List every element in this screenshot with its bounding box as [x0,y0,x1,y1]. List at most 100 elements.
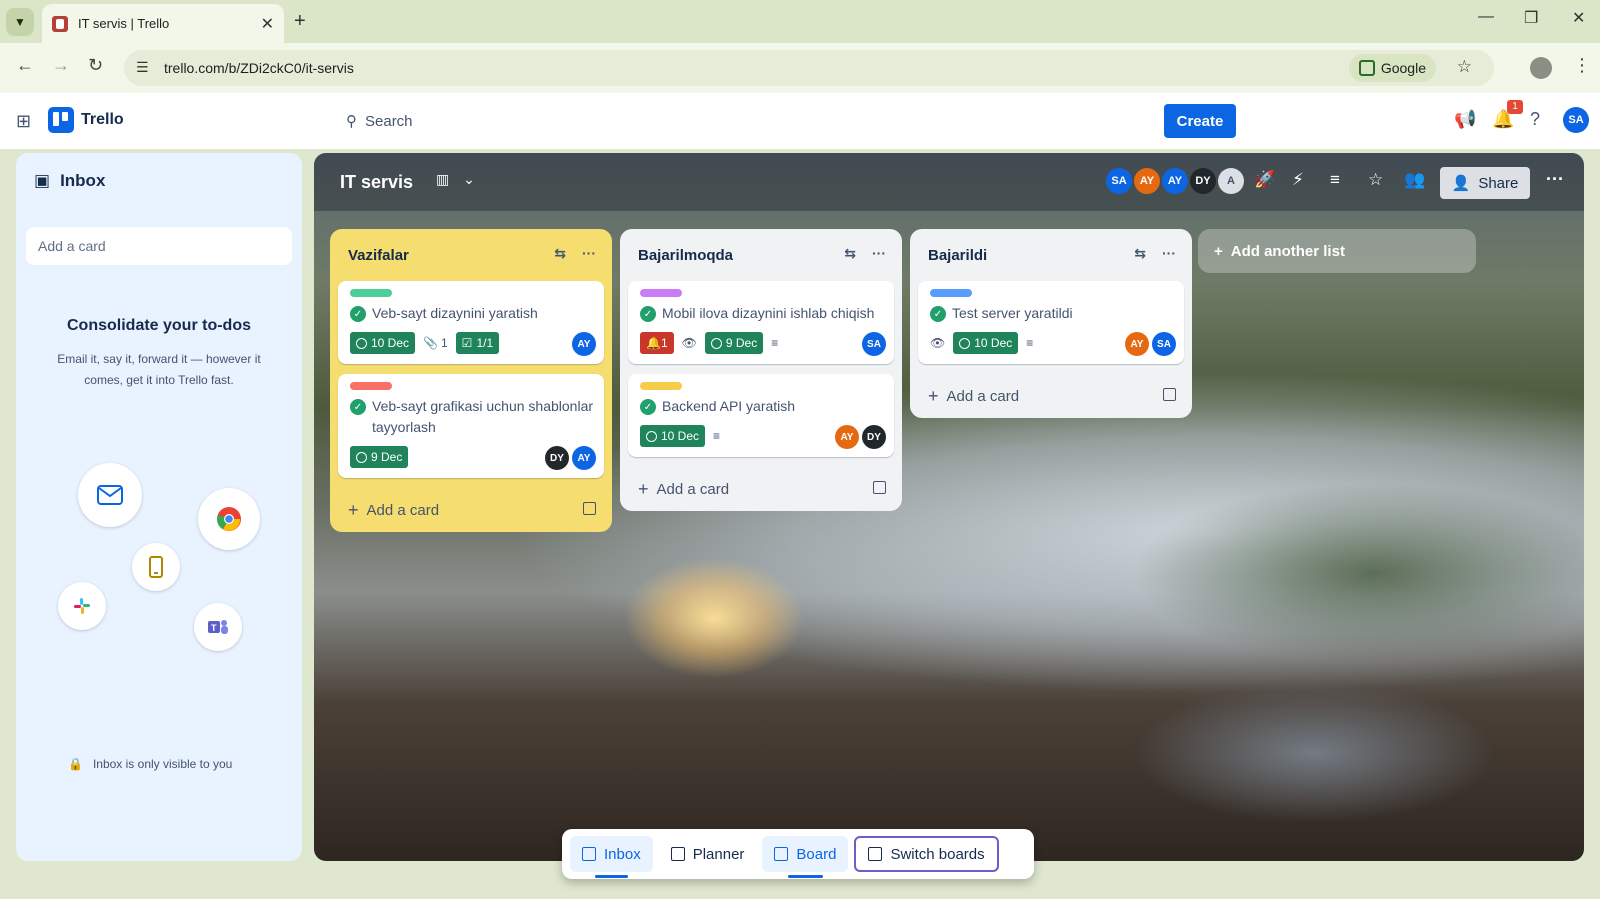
restore-icon[interactable]: ❐ [1524,8,1538,28]
forward-icon[interactable]: → [52,55,70,76]
megaphone-icon[interactable]: 📢 [1454,109,1476,130]
tab-search-button[interactable]: ▼ [6,8,34,36]
notification-badge: 🔔1 [640,332,674,354]
card[interactable]: ✓ Mobil ilova dizaynini ishlab chiqish 🔔1… [628,281,894,364]
card-label[interactable] [350,382,392,390]
complete-check-icon[interactable]: ✓ [350,399,366,415]
member-avatar[interactable]: AY [1162,168,1188,194]
clock-icon [356,451,367,463]
google-button[interactable]: Google [1348,54,1436,82]
template-icon[interactable] [1163,388,1176,401]
close-window-icon[interactable]: ✕ [1572,8,1585,28]
card-member-avatar[interactable]: DY [862,425,886,449]
trello-header: ⊞ Trello ⚲ Search Create 📢 🔔 1 ? SA [0,93,1600,149]
card-member-avatar[interactable]: AY [1125,332,1149,356]
description-icon: ≡ [713,429,721,443]
browser-tab[interactable]: IT servis | Trello ✕ [42,4,284,43]
help-icon[interactable]: ? [1530,109,1540,130]
card-label[interactable] [640,289,682,297]
card-member-avatar[interactable]: AY [572,332,596,356]
minimize-icon[interactable]: — [1478,8,1494,26]
template-icon[interactable] [873,481,886,494]
star-icon[interactable]: ☆ [1368,170,1383,190]
member-avatar[interactable]: DY [1190,168,1216,194]
add-card-label: Add a card [946,387,1020,405]
app-switcher-icon[interactable]: ⊞ [16,111,31,132]
list-header[interactable]: Bajarildi ⇆ ··· [910,229,1192,281]
due-date-text: 10 Dec [661,429,700,443]
list-header[interactable]: Bajarilmoqda ⇆ ··· [620,229,902,281]
due-date-badge[interactable]: 9 Dec [350,446,409,468]
board-members[interactable]: SA AY AY DY A [1106,168,1244,194]
filter-icon[interactable]: ≡ [1330,170,1340,190]
nav-inbox[interactable]: Inbox [570,836,653,878]
card[interactable]: ✓ Veb-sayt dizaynini yaratish 10 Dec 📎 1 ☑… [338,281,604,364]
reload-icon[interactable]: ↻ [88,55,103,76]
card-label[interactable] [350,289,392,297]
switch-boards-button[interactable]: Switch boards [854,836,999,872]
user-avatar[interactable]: SA [1563,107,1589,133]
card[interactable]: ✓ Backend API yaratish 10 Dec ≡ AY DY [628,374,894,457]
share-button[interactable]: 👤 Share [1440,167,1530,199]
site-info-icon[interactable]: ☰ [136,59,149,76]
close-tab-icon[interactable]: ✕ [261,14,274,34]
switch-boards-label: Switch boards [890,845,985,863]
browser-menu-icon[interactable]: ⋮ [1573,55,1591,76]
card-label[interactable] [930,289,972,297]
card-member-avatar[interactable]: DY [545,446,569,470]
new-tab-icon[interactable]: + [294,10,306,33]
collapse-icon[interactable]: ⇆ [554,245,566,262]
inbox-icon: ▣ [34,171,51,190]
card-member-avatar[interactable]: AY [572,446,596,470]
card[interactable]: ✓ Veb-sayt grafikasi uchun shablonlar tay… [338,374,604,478]
add-another-list-button[interactable]: + Add another list [1198,229,1476,273]
due-date-badge[interactable]: 10 Dec [640,425,706,447]
board-header: IT servis ▥ ⌄ SA AY AY DY A 🚀 ⚡ ≡ ☆ 👥 👤 … [314,153,1584,211]
back-icon[interactable]: ← [16,55,34,76]
due-date-badge[interactable]: 9 Dec [704,332,764,354]
list-menu-icon[interactable]: ··· [582,245,596,262]
complete-check-icon[interactable]: ✓ [350,306,366,322]
card-member-avatar[interactable]: SA [862,332,886,356]
list-header[interactable]: Vazifalar ⇆ ··· [330,229,612,281]
complete-check-icon[interactable]: ✓ [640,306,656,322]
member-avatar[interactable]: A [1218,168,1244,194]
profile-avatar[interactable] [1530,57,1552,79]
inbox-add-card-input[interactable]: Add a card [26,227,292,265]
add-card-button[interactable]: + Add a card [620,467,902,511]
add-card-button[interactable]: + Add a card [910,374,1192,418]
member-avatar[interactable]: AY [1134,168,1160,194]
plus-icon: + [928,385,939,406]
more-icon[interactable]: ··· [1546,169,1564,190]
trello-logo[interactable]: Trello [48,107,124,133]
create-button[interactable]: Create [1164,104,1236,138]
automation-icon[interactable]: ⚡ [1292,170,1304,190]
visibility-icon[interactable]: 👥 [1404,170,1425,190]
card[interactable]: ✓ Test server yaratildi 👁 10 Dec ≡ AY SA [918,281,1184,364]
list-menu-icon[interactable]: ··· [872,245,886,262]
chrome-icon [198,488,260,550]
card-member-avatar[interactable]: AY [835,425,859,449]
due-date-badge[interactable]: 10 Dec [953,332,1019,354]
complete-check-icon[interactable]: ✓ [640,399,656,415]
board-title[interactable]: IT servis [340,172,413,193]
power-ups-icon[interactable]: 🚀 [1254,170,1275,190]
address-bar[interactable]: ☰ trello.com/b/ZDi2ckC0/it-servis Google… [124,50,1494,86]
nav-board[interactable]: Board [762,836,849,878]
list-menu-icon[interactable]: ··· [1162,245,1176,262]
template-icon[interactable] [583,502,596,515]
collapse-icon[interactable]: ⇆ [844,245,856,262]
member-avatar[interactable]: SA [1106,168,1132,194]
due-date-badge[interactable]: 10 Dec [350,332,416,354]
card-member-avatar[interactable]: SA [1152,332,1176,356]
bookmark-star-icon[interactable]: ☆ [1457,57,1472,77]
nav-planner[interactable]: Planner [659,836,757,872]
card-label[interactable] [640,382,682,390]
search-input[interactable]: ⚲ Search [336,105,1156,137]
list-bajarilmoqda: Bajarilmoqda ⇆ ··· ✓ Mobil ilova dizaynini… [620,229,902,511]
collapse-icon[interactable]: ⇆ [1134,245,1146,262]
board-view-switcher[interactable]: ▥ ⌄ [436,171,475,188]
add-card-button[interactable]: + Add a card [330,488,612,532]
complete-check-icon[interactable]: ✓ [930,306,946,322]
list-vazifalar: Vazifalar ⇆ ··· ✓ Veb-sayt dizaynini yarat… [330,229,612,532]
